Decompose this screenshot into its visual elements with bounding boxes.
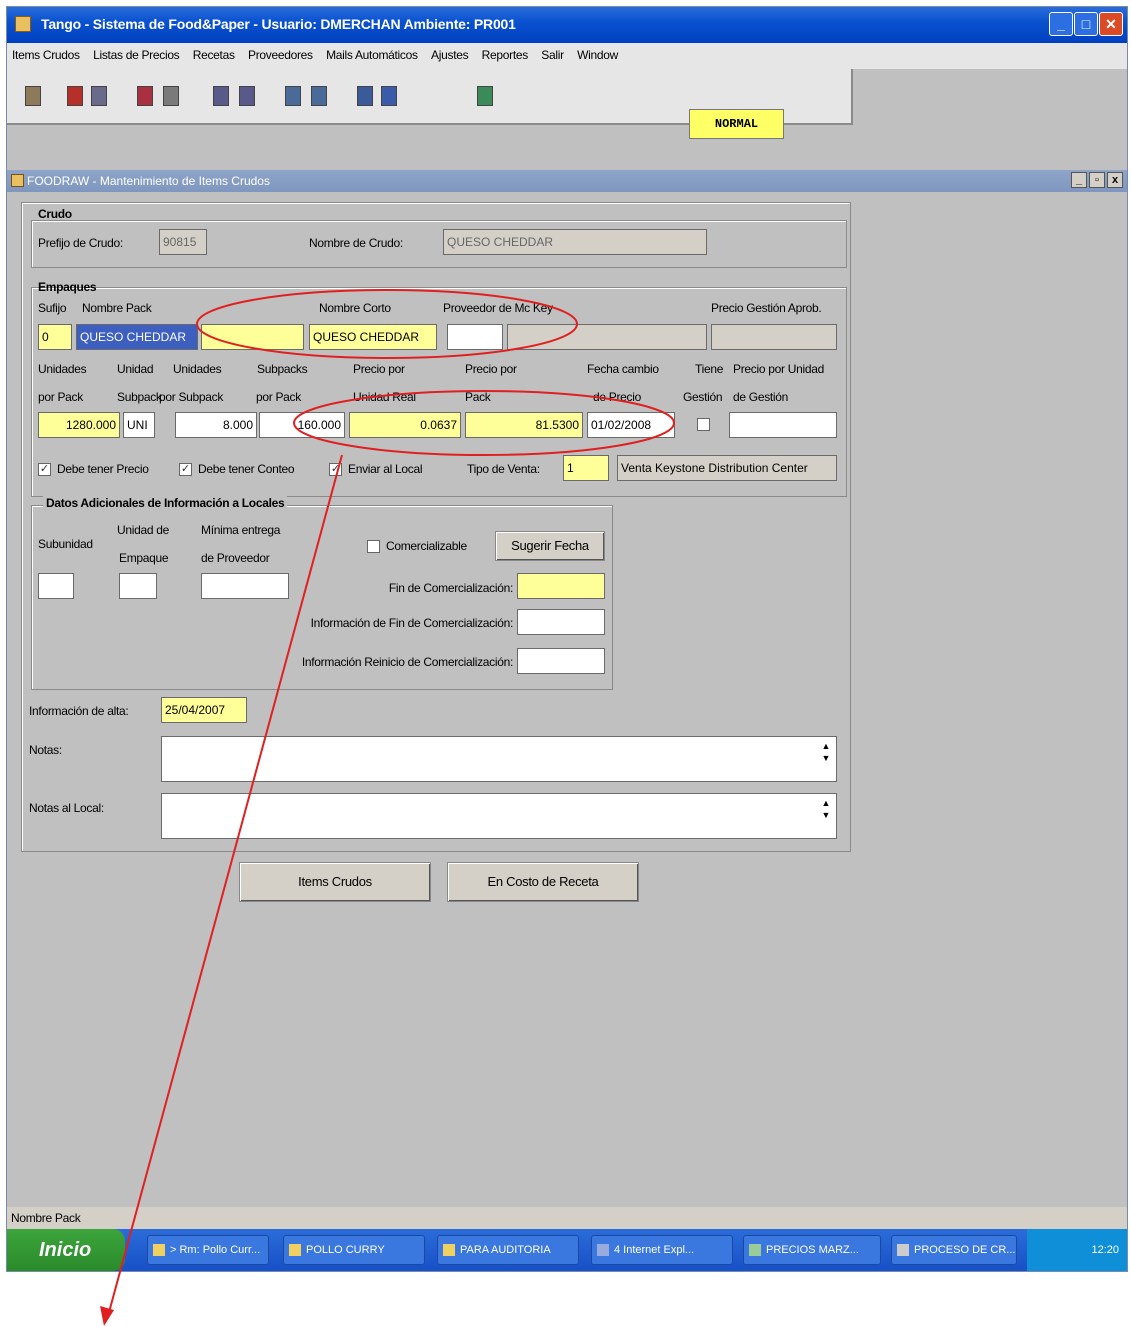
- annotation-ellipse-nombre: [196, 289, 578, 359]
- annotation-arrow-head: [100, 1306, 114, 1326]
- annotation-layer: [100, 289, 675, 1326]
- annotation-arrow-line: [107, 454, 343, 1317]
- annotation-ellipse-precios: [293, 390, 675, 456]
